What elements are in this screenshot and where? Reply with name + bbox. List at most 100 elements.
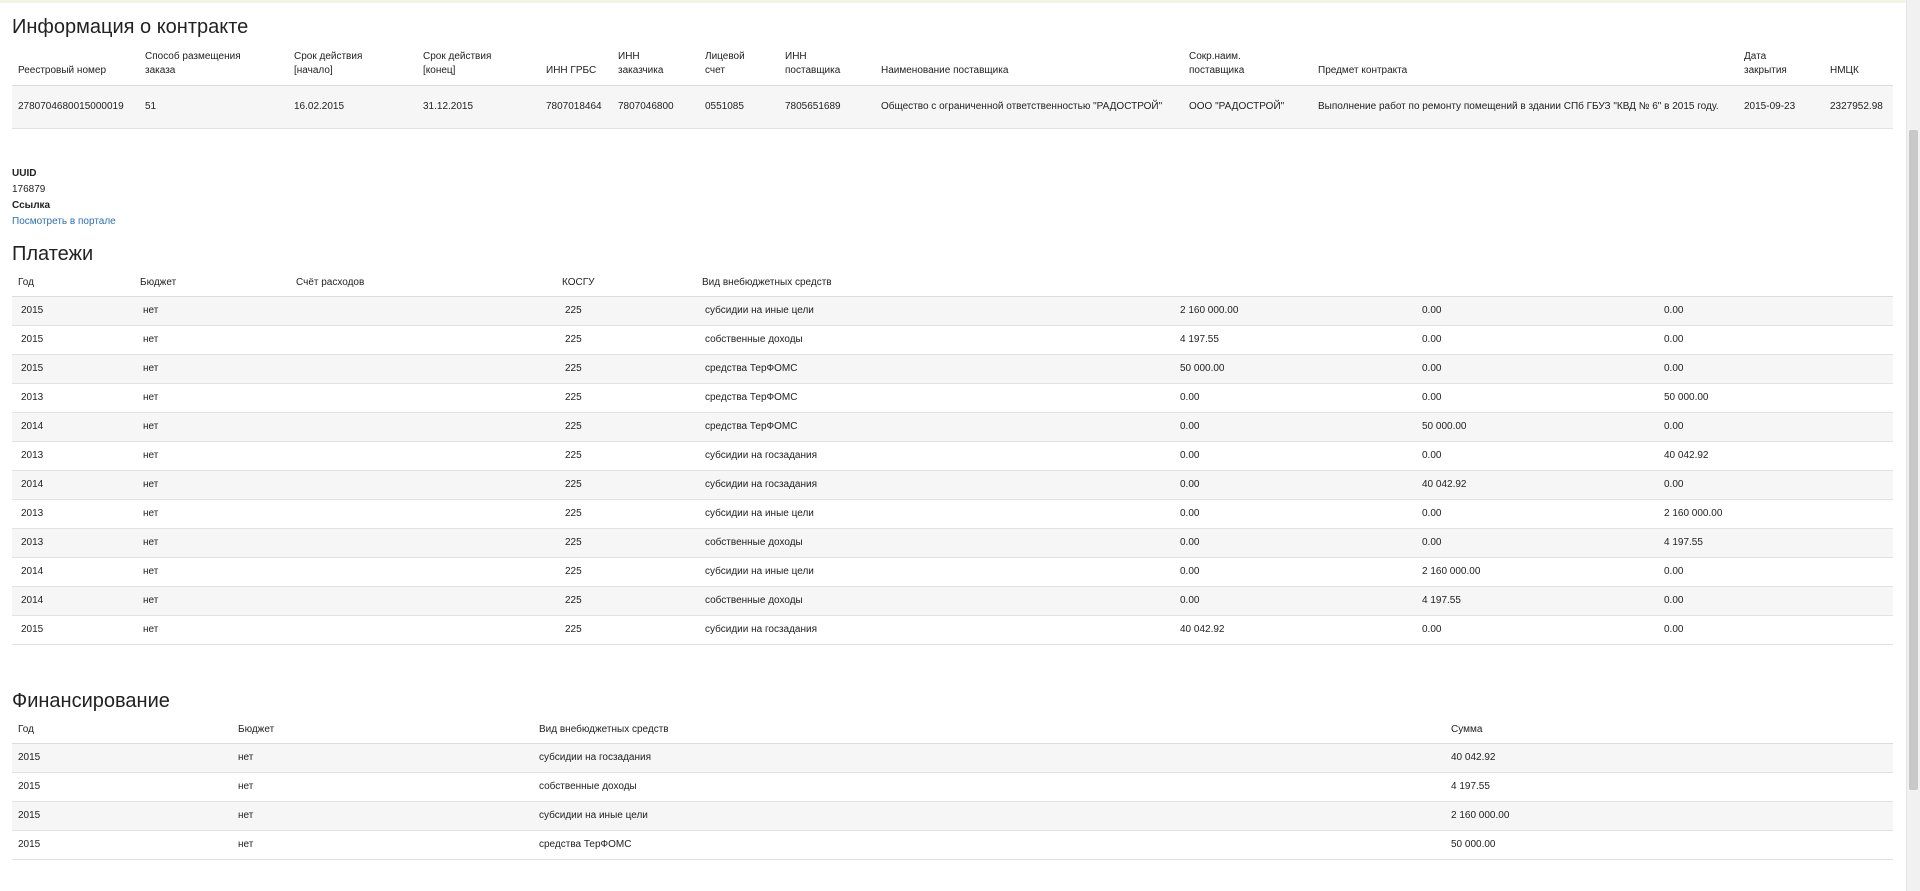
contract-column-header: ИНН поставщика <box>779 50 875 86</box>
contract-column-header-line: Срок действия <box>423 51 492 62</box>
contract-cell: 2780704680015000019 <box>12 85 139 129</box>
payments-cell: 2014 <box>12 557 134 587</box>
contract-column-header-line: ИНН ГРБС <box>546 65 597 76</box>
payments-cell: нет <box>134 354 290 384</box>
contract-column-header: Реестровый номер <box>12 50 139 86</box>
payments-column-header <box>1655 276 1893 297</box>
payments-cell: 0.00 <box>1171 412 1413 442</box>
payments-cell: 2 160 000.00 <box>1171 296 1413 326</box>
funding-column-header: Бюджет <box>232 723 533 744</box>
contract-column-header-line: заказа <box>145 65 176 76</box>
funding-column-header: Вид внебюджетных средств <box>533 723 1445 744</box>
payments-cell: 50 000.00 <box>1655 383 1893 413</box>
portal-link[interactable]: Посмотреть в портале <box>12 214 116 230</box>
payments-column-header: Бюджет <box>134 276 290 297</box>
contract-column-header-line: НМЦК <box>1830 65 1859 76</box>
payments-cell <box>290 383 556 413</box>
table-row: 2013 нет 225 средства ТерФОМС 0.00 0.00 50 000… <box>12 383 1893 413</box>
payments-cell: 0.00 <box>1413 615 1655 645</box>
payments-cell: 225 <box>556 499 696 529</box>
payments-cell: 0.00 <box>1413 528 1655 558</box>
table-row: 2015 нет 225 субсидии на госзадания 40 042.9… <box>12 615 1893 645</box>
contract-column-header-line: Предмет контракта <box>1318 65 1408 76</box>
table-row: 2015 нет 225 субсидии на иные цели 2 160 000… <box>12 296 1893 326</box>
payments-column-header: Год <box>12 276 134 297</box>
payments-cell: 0.00 <box>1413 441 1655 471</box>
funding-cell: 2015 <box>12 830 232 860</box>
payments-cell: 0.00 <box>1655 586 1893 616</box>
contract-cell: 2327952.98 <box>1824 85 1893 129</box>
contract-cell: 0551085 <box>699 85 779 129</box>
payments-cell <box>290 296 556 326</box>
funding-cell: нет <box>232 772 533 802</box>
payments-cell: 2 160 000.00 <box>1413 557 1655 587</box>
contract-meta: UUID 176879 Ссылка Посмотреть в портале <box>12 166 116 230</box>
payments-cell: 2014 <box>12 586 134 616</box>
table-row: 2014 нет 225 субсидии на госзадания 0.00 40 0… <box>12 470 1893 500</box>
payments-cell: 225 <box>556 557 696 587</box>
contract-column-header-line: Способ размещения <box>145 51 241 62</box>
payments-cell: 4 197.55 <box>1655 528 1893 558</box>
contract-cell: Выполнение работ по ремонту помещений в … <box>1312 85 1738 129</box>
payments-section-title: Платежи <box>12 243 94 265</box>
payments-cell: 0.00 <box>1413 296 1655 326</box>
payments-cell: 50 000.00 <box>1413 412 1655 442</box>
table-row: 2014 нет 225 собственные доходы 0.00 4 197.55… <box>12 586 1893 616</box>
payments-cell: 0.00 <box>1171 499 1413 529</box>
contract-table: Реестровый номер Способ размещения заказа С… <box>12 50 1893 129</box>
table-row: 2014 нет 225 средства ТерФОМС 0.00 50 000.00 0… <box>12 412 1893 442</box>
funding-cell: 4 197.55 <box>1445 772 1893 802</box>
contract-column-header-line: поставщика <box>785 65 841 76</box>
top-border <box>0 0 1920 3</box>
table-row: 2015 нет средства ТерФОМС 50 000.00 <box>12 830 1893 860</box>
payments-cell: 2015 <box>12 325 134 355</box>
funding-cell: 2015 <box>12 801 232 831</box>
payments-cell: 0.00 <box>1171 441 1413 471</box>
uuid-label: UUID <box>12 168 37 179</box>
payments-column-header: КОСГУ <box>556 276 696 297</box>
funding-column-header: Сумма <box>1445 723 1893 744</box>
payments-cell: субсидии на госзадания <box>696 441 1171 471</box>
payments-cell: собственные доходы <box>696 586 1171 616</box>
contract-header-row: Реестровый номер Способ размещения заказа С… <box>12 50 1893 86</box>
contract-column-header: ИНН ГРБС <box>540 50 612 86</box>
contract-column-header-line: счет <box>705 65 725 76</box>
payments-cell: 2013 <box>12 528 134 558</box>
contract-column-header-line: [начало] <box>294 65 333 76</box>
payments-cell: 0.00 <box>1413 499 1655 529</box>
payments-column-header <box>1171 276 1413 297</box>
payments-column-header: Счёт расходов <box>290 276 556 297</box>
payments-cell <box>290 586 556 616</box>
contract-column-header-line: Дата <box>1744 51 1767 62</box>
contract-column-header-line: [конец] <box>423 65 456 76</box>
payments-cell: 2013 <box>12 383 134 413</box>
payments-cell: 0.00 <box>1171 586 1413 616</box>
payments-cell: 225 <box>556 528 696 558</box>
payments-cell: 0.00 <box>1655 354 1893 384</box>
funding-cell: субсидии на иные цели <box>533 801 1445 831</box>
payments-cell: нет <box>134 557 290 587</box>
table-row: 2013 нет 225 собственные доходы 0.00 0.00 4 19… <box>12 528 1893 558</box>
payments-cell: 225 <box>556 412 696 442</box>
funding-cell: 2015 <box>12 772 232 802</box>
contract-column-header: Срок действия [конец] <box>417 50 540 86</box>
table-row: 2015 нет 225 средства ТерФОМС 50 000.00 0.00 0… <box>12 354 1893 384</box>
payments-header-row: Год Бюджет Счёт расходов КОСГУ Вид внебюджет… <box>12 276 1893 297</box>
contract-cell: Общество с ограниченной ответственностью… <box>875 85 1183 129</box>
scrollbar-thumb[interactable] <box>1909 130 1918 790</box>
funding-cell: собственные доходы <box>533 772 1445 802</box>
contract-column-header: Дата закрытия <box>1738 50 1824 86</box>
funding-cell: средства ТерФОМС <box>533 830 1445 860</box>
payments-cell: 2015 <box>12 354 134 384</box>
contract-column-header-line: ИНН <box>618 51 640 62</box>
contract-cell: ООО "РАДОСТРОЙ" <box>1183 85 1312 129</box>
funding-cell: субсидии на госзадания <box>533 743 1445 773</box>
payments-cell: 2015 <box>12 296 134 326</box>
contract-column-header: НМЦК <box>1824 50 1893 86</box>
vertical-scrollbar[interactable] <box>1906 0 1920 891</box>
payments-cell: нет <box>134 499 290 529</box>
payments-cell <box>290 412 556 442</box>
funding-column-header: Год <box>12 723 232 744</box>
payments-cell: 0.00 <box>1413 383 1655 413</box>
payments-cell: средства ТерФОМС <box>696 412 1171 442</box>
